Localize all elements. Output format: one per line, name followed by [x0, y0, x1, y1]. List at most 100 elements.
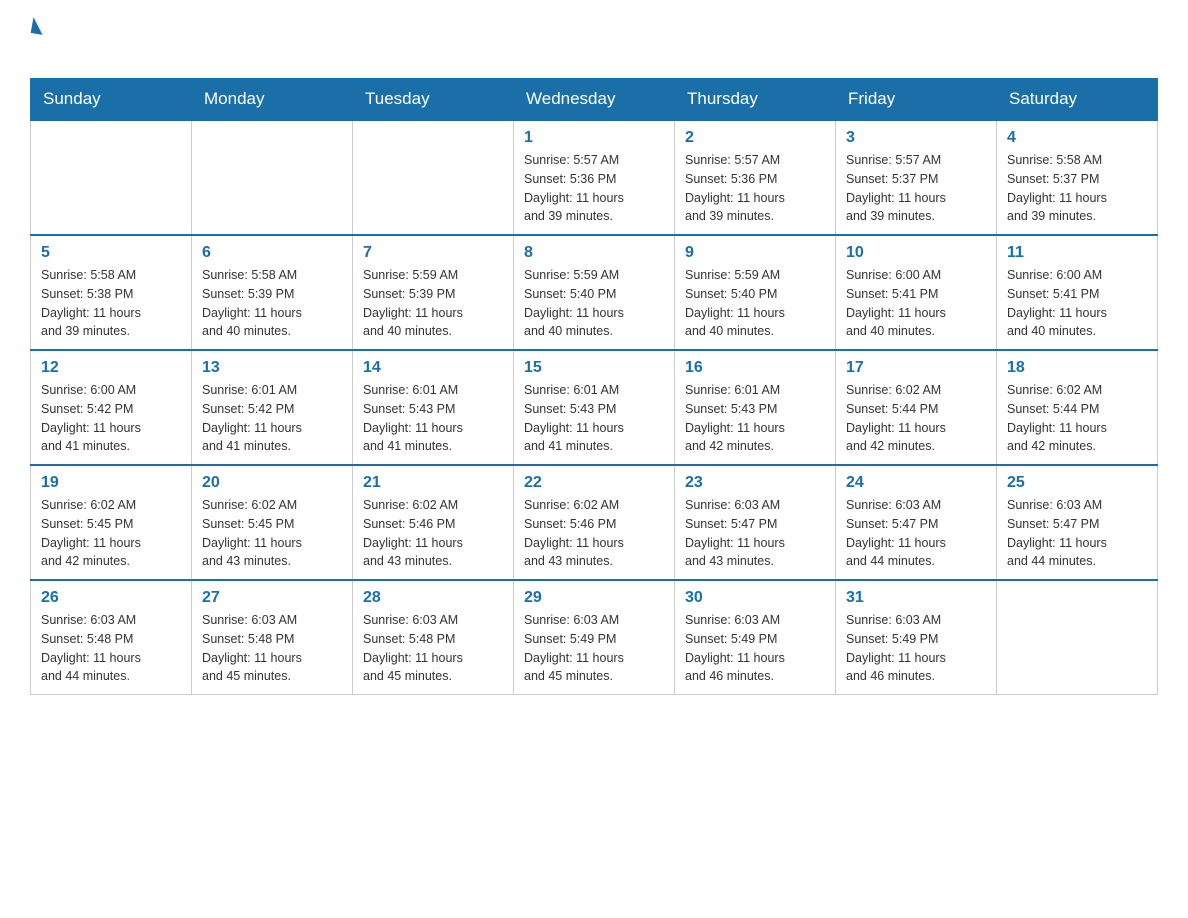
- day-info: Sunrise: 6:01 AM Sunset: 5:42 PM Dayligh…: [202, 381, 342, 456]
- day-info: Sunrise: 6:02 AM Sunset: 5:44 PM Dayligh…: [1007, 381, 1147, 456]
- day-number: 15: [524, 359, 664, 377]
- day-number: 14: [363, 359, 503, 377]
- day-number: 16: [685, 359, 825, 377]
- day-info: Sunrise: 6:01 AM Sunset: 5:43 PM Dayligh…: [524, 381, 664, 456]
- day-number: 29: [524, 589, 664, 607]
- day-info: Sunrise: 6:00 AM Sunset: 5:42 PM Dayligh…: [41, 381, 181, 456]
- day-number: 19: [41, 474, 181, 492]
- day-number: 30: [685, 589, 825, 607]
- calendar-cell: 9 Sunrise: 5:59 AM Sunset: 5:40 PM Daylig…: [675, 235, 836, 350]
- day-number: 12: [41, 359, 181, 377]
- calendar-cell: 31 Sunrise: 6:03 AM Sunset: 5:49 PM Dayli…: [836, 580, 997, 695]
- calendar-cell: 13 Sunrise: 6:01 AM Sunset: 5:42 PM Dayli…: [192, 350, 353, 465]
- day-info: Sunrise: 6:03 AM Sunset: 5:49 PM Dayligh…: [846, 611, 986, 686]
- day-number: 22: [524, 474, 664, 492]
- day-header-thursday: Thursday: [675, 79, 836, 121]
- day-number: 28: [363, 589, 503, 607]
- day-info: Sunrise: 6:03 AM Sunset: 5:47 PM Dayligh…: [685, 496, 825, 571]
- calendar-cell: 27Sunrise: 6:03 AM Sunset: 5:48 PM Dayli…: [192, 580, 353, 695]
- logo: [30, 20, 44, 68]
- calendar-cell: 7 Sunrise: 5:59 AM Sunset: 5:39 PM Daylig…: [353, 235, 514, 350]
- calendar-cell: 21Sunrise: 6:02 AM Sunset: 5:46 PM Dayli…: [353, 465, 514, 580]
- calendar-cell: 11 Sunrise: 6:00 AM Sunset: 5:41 PM Dayli…: [997, 235, 1158, 350]
- day-number: 18: [1007, 359, 1147, 377]
- page-header: [30, 20, 1158, 68]
- day-info: Sunrise: 5:59 AM Sunset: 5:39 PM Dayligh…: [363, 266, 503, 341]
- day-info: Sunrise: 6:01 AM Sunset: 5:43 PM Dayligh…: [363, 381, 503, 456]
- calendar-cell: 5Sunrise: 5:58 AM Sunset: 5:38 PM Daylig…: [31, 235, 192, 350]
- day-number: 9: [685, 244, 825, 262]
- day-number: 4: [1007, 129, 1147, 147]
- day-number: 26: [41, 589, 181, 607]
- calendar-cell: 16Sunrise: 6:01 AM Sunset: 5:43 PM Dayli…: [675, 350, 836, 465]
- day-header-tuesday: Tuesday: [353, 79, 514, 121]
- calendar-cell: 6 Sunrise: 5:58 AM Sunset: 5:39 PM Daylig…: [192, 235, 353, 350]
- calendar-cell: 24 Sunrise: 6:03 AM Sunset: 5:47 PM Dayli…: [836, 465, 997, 580]
- day-header-monday: Monday: [192, 79, 353, 121]
- week-row-3: 12 Sunrise: 6:00 AM Sunset: 5:42 PM Dayli…: [31, 350, 1158, 465]
- week-row-2: 5Sunrise: 5:58 AM Sunset: 5:38 PM Daylig…: [31, 235, 1158, 350]
- day-info: Sunrise: 6:00 AM Sunset: 5:41 PM Dayligh…: [1007, 266, 1147, 341]
- day-info: Sunrise: 6:02 AM Sunset: 5:46 PM Dayligh…: [363, 496, 503, 571]
- week-row-4: 19 Sunrise: 6:02 AM Sunset: 5:45 PM Dayli…: [31, 465, 1158, 580]
- calendar-cell: 20Sunrise: 6:02 AM Sunset: 5:45 PM Dayli…: [192, 465, 353, 580]
- day-info: Sunrise: 6:00 AM Sunset: 5:41 PM Dayligh…: [846, 266, 986, 341]
- calendar-cell: 8 Sunrise: 5:59 AM Sunset: 5:40 PM Daylig…: [514, 235, 675, 350]
- calendar-cell: 4 Sunrise: 5:58 AM Sunset: 5:37 PM Daylig…: [997, 120, 1158, 235]
- day-number: 24: [846, 474, 986, 492]
- calendar-cell: 19 Sunrise: 6:02 AM Sunset: 5:45 PM Dayli…: [31, 465, 192, 580]
- day-number: 1: [524, 129, 664, 147]
- day-info: Sunrise: 6:03 AM Sunset: 5:48 PM Dayligh…: [363, 611, 503, 686]
- calendar-cell: 14 Sunrise: 6:01 AM Sunset: 5:43 PM Dayli…: [353, 350, 514, 465]
- day-info: Sunrise: 6:02 AM Sunset: 5:45 PM Dayligh…: [202, 496, 342, 571]
- calendar-cell: [31, 120, 192, 235]
- calendar-cell: [192, 120, 353, 235]
- logo-triangle-icon: [31, 17, 46, 35]
- calendar-cell: 3 Sunrise: 5:57 AM Sunset: 5:37 PM Daylig…: [836, 120, 997, 235]
- day-info: Sunrise: 5:59 AM Sunset: 5:40 PM Dayligh…: [524, 266, 664, 341]
- day-number: 31: [846, 589, 986, 607]
- calendar-cell: 25 Sunrise: 6:03 AM Sunset: 5:47 PM Dayli…: [997, 465, 1158, 580]
- day-header-wednesday: Wednesday: [514, 79, 675, 121]
- calendar-cell: 29 Sunrise: 6:03 AM Sunset: 5:49 PM Dayli…: [514, 580, 675, 695]
- day-number: 6: [202, 244, 342, 262]
- day-info: Sunrise: 6:02 AM Sunset: 5:46 PM Dayligh…: [524, 496, 664, 571]
- calendar-cell: 10Sunrise: 6:00 AM Sunset: 5:41 PM Dayli…: [836, 235, 997, 350]
- calendar-cell: 30Sunrise: 6:03 AM Sunset: 5:49 PM Dayli…: [675, 580, 836, 695]
- day-number: 17: [846, 359, 986, 377]
- day-info: Sunrise: 6:03 AM Sunset: 5:47 PM Dayligh…: [1007, 496, 1147, 571]
- calendar-cell: [997, 580, 1158, 695]
- day-number: 8: [524, 244, 664, 262]
- day-info: Sunrise: 6:03 AM Sunset: 5:48 PM Dayligh…: [41, 611, 181, 686]
- day-info: Sunrise: 6:03 AM Sunset: 5:49 PM Dayligh…: [524, 611, 664, 686]
- day-number: 2: [685, 129, 825, 147]
- calendar-cell: 12 Sunrise: 6:00 AM Sunset: 5:42 PM Dayli…: [31, 350, 192, 465]
- calendar-cell: 1 Sunrise: 5:57 AM Sunset: 5:36 PM Daylig…: [514, 120, 675, 235]
- day-number: 5: [41, 244, 181, 262]
- day-info: Sunrise: 5:58 AM Sunset: 5:37 PM Dayligh…: [1007, 151, 1147, 226]
- day-number: 25: [1007, 474, 1147, 492]
- calendar-cell: 26 Sunrise: 6:03 AM Sunset: 5:48 PM Dayli…: [31, 580, 192, 695]
- day-info: Sunrise: 5:57 AM Sunset: 5:37 PM Dayligh…: [846, 151, 986, 226]
- week-row-5: 26 Sunrise: 6:03 AM Sunset: 5:48 PM Dayli…: [31, 580, 1158, 695]
- day-number: 11: [1007, 244, 1147, 262]
- day-info: Sunrise: 5:58 AM Sunset: 5:39 PM Dayligh…: [202, 266, 342, 341]
- day-info: Sunrise: 5:59 AM Sunset: 5:40 PM Dayligh…: [685, 266, 825, 341]
- calendar-cell: 15 Sunrise: 6:01 AM Sunset: 5:43 PM Dayli…: [514, 350, 675, 465]
- day-number: 7: [363, 244, 503, 262]
- calendar-cell: 18 Sunrise: 6:02 AM Sunset: 5:44 PM Dayli…: [997, 350, 1158, 465]
- day-info: Sunrise: 5:57 AM Sunset: 5:36 PM Dayligh…: [524, 151, 664, 226]
- calendar-cell: 17Sunrise: 6:02 AM Sunset: 5:44 PM Dayli…: [836, 350, 997, 465]
- day-header-sunday: Sunday: [31, 79, 192, 121]
- day-number: 3: [846, 129, 986, 147]
- calendar-table: SundayMondayTuesdayWednesdayThursdayFrid…: [30, 78, 1158, 695]
- day-info: Sunrise: 6:02 AM Sunset: 5:45 PM Dayligh…: [41, 496, 181, 571]
- day-info: Sunrise: 6:03 AM Sunset: 5:48 PM Dayligh…: [202, 611, 342, 686]
- day-info: Sunrise: 6:03 AM Sunset: 5:47 PM Dayligh…: [846, 496, 986, 571]
- calendar-cell: 28 Sunrise: 6:03 AM Sunset: 5:48 PM Dayli…: [353, 580, 514, 695]
- day-number: 23: [685, 474, 825, 492]
- day-header-saturday: Saturday: [997, 79, 1158, 121]
- calendar-cell: 22 Sunrise: 6:02 AM Sunset: 5:46 PM Dayli…: [514, 465, 675, 580]
- calendar-cell: 2Sunrise: 5:57 AM Sunset: 5:36 PM Daylig…: [675, 120, 836, 235]
- day-number: 13: [202, 359, 342, 377]
